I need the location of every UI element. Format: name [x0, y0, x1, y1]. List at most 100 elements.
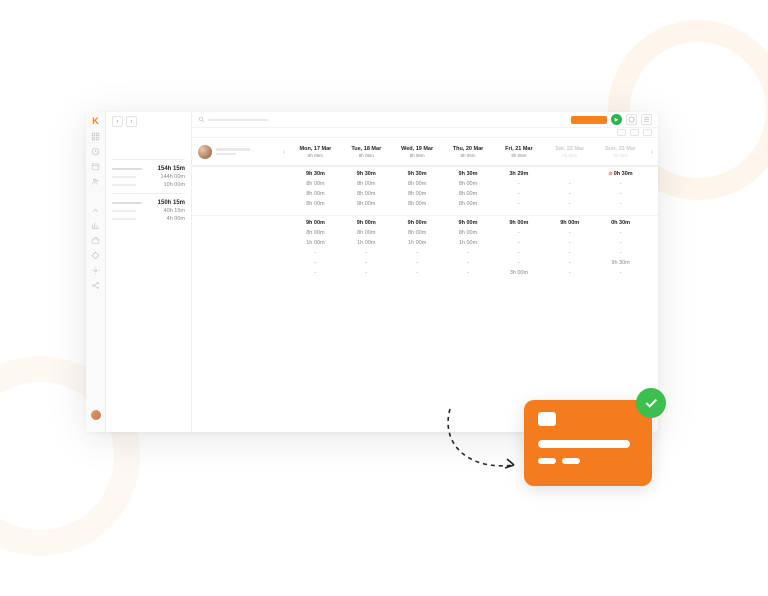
time-cell[interactable]: 8h 00m [392, 199, 443, 209]
time-cell[interactable]: - [544, 248, 595, 258]
time-cell[interactable]: - [595, 248, 646, 258]
time-cell[interactable]: - [392, 248, 443, 258]
time-cell[interactable]: - [392, 258, 443, 268]
report-icon[interactable] [91, 221, 100, 230]
time-cell[interactable] [544, 169, 595, 179]
time-cell[interactable]: 8h 00m [392, 228, 443, 238]
brand-logo[interactable]: K [92, 116, 99, 126]
tag-icon[interactable] [91, 251, 100, 260]
time-cell[interactable]: 0h 30m [595, 218, 646, 228]
clock-icon[interactable] [91, 147, 100, 156]
card-chip-icon [538, 412, 556, 426]
dashboard-icon[interactable] [91, 132, 100, 141]
time-cell[interactable]: 9h 00m [544, 218, 595, 228]
time-cell[interactable]: 8h 00m [392, 179, 443, 189]
search-input[interactable] [198, 116, 268, 123]
time-cell[interactable]: 8h 00m [290, 228, 341, 238]
time-cell[interactable]: 1h 00m [341, 238, 392, 248]
view-toggle-3[interactable] [643, 129, 652, 136]
selected-user[interactable] [192, 145, 278, 159]
day-column-header: Tue, 18 Mar8h 06m [341, 143, 392, 161]
time-cell[interactable]: 8h 00m [392, 189, 443, 199]
time-cell[interactable]: 8h 00m [341, 199, 392, 209]
start-timer-button[interactable]: ▶ [611, 114, 622, 125]
time-cell[interactable]: 8h 00m [290, 189, 341, 199]
time-cell[interactable]: - [544, 189, 595, 199]
time-cell[interactable]: - [493, 228, 544, 238]
time-cell[interactable]: 9h 30m [595, 258, 646, 268]
time-cell[interactable]: 1h 00m [290, 238, 341, 248]
time-cell[interactable]: 8h 00m [443, 199, 494, 209]
time-cell[interactable]: - [595, 199, 646, 209]
toolbar-button-2[interactable] [641, 114, 652, 125]
timesheet-row: 8h 00m8h 00m8h 00m8h 00m--- [192, 228, 658, 238]
scroll-right-button[interactable]: › [646, 147, 658, 156]
time-cell[interactable]: 9h 00m [341, 218, 392, 228]
primary-action-button[interactable] [571, 116, 607, 124]
time-cell[interactable]: 8h 00m [290, 199, 341, 209]
time-cell[interactable]: 9h 00m [443, 218, 494, 228]
time-cell[interactable]: - [290, 258, 341, 268]
time-cell[interactable]: - [290, 248, 341, 258]
briefcase-icon[interactable] [91, 236, 100, 245]
time-cell[interactable]: 3h 29m [493, 169, 544, 179]
time-cell[interactable]: 9h 00m [493, 218, 544, 228]
time-cell[interactable]: - [544, 228, 595, 238]
time-cell[interactable]: - [290, 268, 341, 278]
team-icon[interactable] [91, 177, 100, 186]
time-cell[interactable]: - [544, 238, 595, 248]
toolbar-button-1[interactable] [626, 114, 637, 125]
nav-rail: K [86, 112, 106, 432]
time-cell[interactable]: 8h 00m [290, 179, 341, 189]
time-cell[interactable]: - [392, 268, 443, 278]
time-cell[interactable]: 9h 30m [290, 169, 341, 179]
time-cell[interactable]: - [544, 258, 595, 268]
time-cell[interactable]: 9h 30m [341, 169, 392, 179]
time-cell[interactable]: - [595, 179, 646, 189]
time-cell[interactable]: - [443, 248, 494, 258]
time-cell[interactable]: 9h 00m [392, 218, 443, 228]
settings-icon[interactable] [91, 266, 100, 275]
time-cell[interactable]: 1h 00m [443, 238, 494, 248]
time-cell[interactable]: 8h 00m [341, 179, 392, 189]
time-cell[interactable]: - [341, 268, 392, 278]
time-cell[interactable]: 3h 00m [493, 268, 544, 278]
time-cell[interactable]: - [341, 248, 392, 258]
chevron-up-icon[interactable] [91, 206, 100, 215]
time-cell[interactable]: 9h 00m [290, 218, 341, 228]
prev-period-button[interactable]: ‹ [112, 116, 123, 127]
time-cell[interactable]: - [544, 268, 595, 278]
view-toggle-2[interactable] [630, 129, 639, 136]
calendar-icon[interactable] [91, 162, 100, 171]
time-cell[interactable]: - [544, 199, 595, 209]
next-period-button[interactable]: › [126, 116, 137, 127]
time-cell[interactable]: 8h 00m [443, 179, 494, 189]
time-cell[interactable]: 1h 00m [392, 238, 443, 248]
time-cell[interactable]: ⊘0h 30m [595, 169, 646, 179]
time-cell[interactable]: - [443, 258, 494, 268]
time-cell[interactable]: - [544, 179, 595, 189]
time-cell[interactable]: - [595, 189, 646, 199]
user-avatar-small[interactable] [91, 410, 101, 420]
scroll-left-button[interactable]: ‹ [278, 147, 290, 156]
time-cell[interactable]: 8h 00m [341, 189, 392, 199]
time-cell[interactable]: 8h 00m [443, 228, 494, 238]
time-cell[interactable]: - [493, 199, 544, 209]
time-cell[interactable]: - [595, 228, 646, 238]
time-cell[interactable]: - [443, 268, 494, 278]
time-cell[interactable]: - [595, 238, 646, 248]
time-cell[interactable]: 8h 00m [443, 189, 494, 199]
time-cell[interactable]: - [493, 238, 544, 248]
time-cell[interactable]: - [341, 258, 392, 268]
view-toggle-1[interactable] [617, 129, 626, 136]
card-number-placeholder [538, 440, 630, 448]
time-cell[interactable]: - [493, 189, 544, 199]
time-cell[interactable]: - [493, 258, 544, 268]
time-cell[interactable]: 9h 30m [392, 169, 443, 179]
time-cell[interactable]: - [595, 268, 646, 278]
time-cell[interactable]: 9h 30m [443, 169, 494, 179]
time-cell[interactable]: - [493, 248, 544, 258]
time-cell[interactable]: 8h 00m [341, 228, 392, 238]
share-icon[interactable] [91, 281, 100, 290]
time-cell[interactable]: - [493, 179, 544, 189]
